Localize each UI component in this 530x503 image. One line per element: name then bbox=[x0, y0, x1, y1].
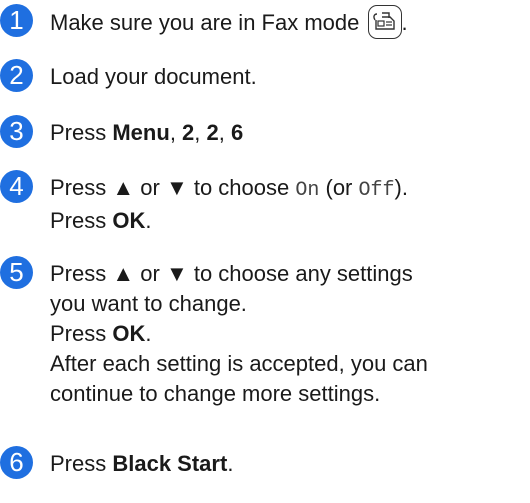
step-text: Press Black Start. bbox=[50, 449, 525, 479]
step-5-line-5: continue to change more settings. bbox=[50, 381, 381, 406]
step-5-line-4: After each setting is accepted, you can bbox=[50, 351, 428, 376]
period: . bbox=[145, 321, 152, 346]
step-number-badge: 4 bbox=[0, 170, 33, 203]
step-text: Press Menu, 2, 2, 6 bbox=[50, 118, 525, 148]
fax-mode-icon bbox=[367, 5, 402, 39]
step-6-press: Press bbox=[50, 451, 113, 476]
step-5-press: Press bbox=[50, 261, 113, 286]
step-2-text: Load your document. bbox=[50, 64, 257, 89]
ok-key: OK bbox=[112, 208, 146, 233]
down-arrow-icon: ▼ bbox=[165, 175, 188, 200]
menu-key: Menu bbox=[112, 120, 170, 145]
separator: , bbox=[194, 120, 207, 145]
step-5-press-ok: Press bbox=[50, 321, 113, 346]
step-text: Make sure you are in Fax mode . bbox=[50, 5, 525, 41]
step-number-badge: 6 bbox=[0, 446, 33, 479]
paren-close: ). bbox=[394, 175, 408, 200]
or-paren-text: (or bbox=[319, 175, 359, 200]
down-arrow-icon: ▼ bbox=[165, 261, 188, 286]
step-number-badge: 2 bbox=[0, 59, 33, 92]
separator: , bbox=[169, 120, 183, 145]
step-text: Press ▲ or ▼ to choose On (or Off). Pres… bbox=[50, 173, 525, 236]
step-1-text: Make sure you are in Fax mode bbox=[50, 9, 360, 35]
key-6: 6 bbox=[231, 120, 244, 145]
to-choose-text: to choose bbox=[187, 175, 296, 200]
step-5-line-2: you want to change. bbox=[50, 291, 247, 316]
on-option: On bbox=[295, 179, 320, 202]
separator: , bbox=[218, 120, 232, 145]
off-option: Off bbox=[358, 179, 395, 202]
period: . bbox=[145, 208, 152, 233]
step-1-period: . bbox=[401, 9, 408, 35]
step-number-badge: 3 bbox=[0, 115, 33, 148]
step-text: Press ▲ or ▼ to choose any settings you … bbox=[50, 259, 525, 409]
or-text: or bbox=[134, 261, 166, 286]
up-arrow-icon: ▲ bbox=[112, 175, 135, 200]
step-text: Load your document. bbox=[50, 62, 525, 92]
ok-key: OK bbox=[112, 321, 146, 346]
choose-settings-text: to choose any settings bbox=[187, 261, 413, 286]
step-3-press: Press bbox=[50, 120, 113, 145]
step-4-press-ok: Press bbox=[50, 208, 113, 233]
key-2: 2 bbox=[182, 120, 195, 145]
step-4-press: Press bbox=[50, 175, 113, 200]
key-2b: 2 bbox=[206, 120, 219, 145]
black-start-key: Black Start bbox=[112, 451, 228, 476]
step-number-badge: 1 bbox=[0, 4, 33, 37]
or-text: or bbox=[134, 175, 166, 200]
up-arrow-icon: ▲ bbox=[112, 261, 135, 286]
step-number-badge: 5 bbox=[0, 256, 33, 289]
period: . bbox=[227, 451, 234, 476]
